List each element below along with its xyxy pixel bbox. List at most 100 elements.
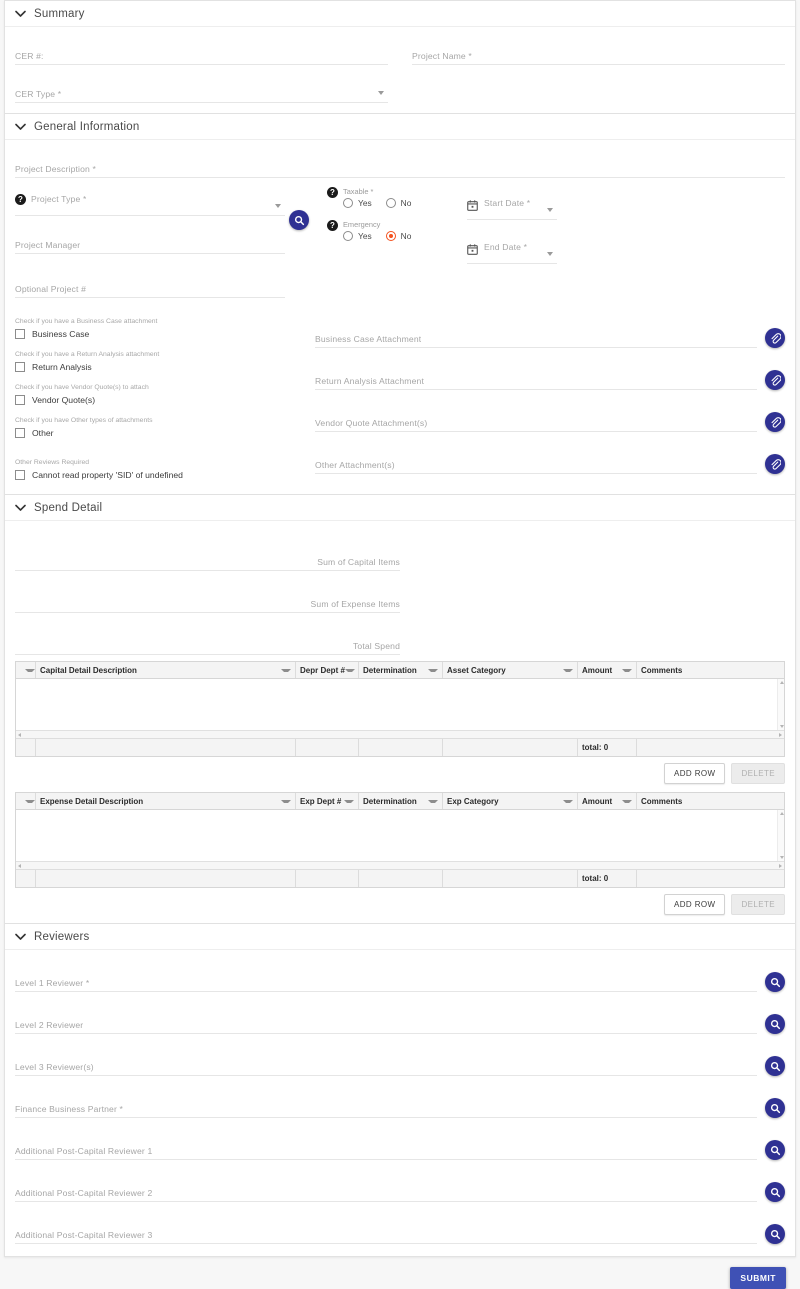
other-checkbox[interactable]: Other bbox=[15, 428, 305, 438]
business-case-checkbox[interactable]: Business Case bbox=[15, 329, 305, 339]
additional-post-capital-reviewer-1-field[interactable]: Additional Post-Capital Reviewer 1 bbox=[15, 1130, 757, 1160]
chevron-down-icon[interactable] bbox=[563, 668, 573, 672]
taxable-no-label: No bbox=[400, 198, 412, 208]
expense-column-amount[interactable]: Amount bbox=[578, 793, 637, 809]
capital-footer-grip bbox=[16, 739, 36, 756]
attachment-icon[interactable] bbox=[765, 454, 785, 474]
capital-column-grip[interactable] bbox=[16, 662, 36, 678]
help-icon[interactable]: ? bbox=[15, 193, 26, 205]
expense-column-description[interactable]: Expense Detail Description bbox=[36, 793, 296, 809]
project-type-field[interactable]: ? Project Type * bbox=[15, 186, 285, 216]
attachment-icon[interactable] bbox=[765, 370, 785, 390]
chevron-down-icon[interactable] bbox=[622, 799, 632, 803]
spend-detail-section-header[interactable]: Spend Detail bbox=[5, 495, 795, 521]
additional-post-capital-reviewer-3-field[interactable]: Additional Post-Capital Reviewer 3 bbox=[15, 1214, 757, 1244]
expense-delete-button[interactable]: DELETE bbox=[731, 894, 785, 915]
emergency-radio-no[interactable]: No bbox=[385, 231, 411, 241]
chevron-down-icon[interactable] bbox=[15, 504, 26, 512]
help-icon[interactable]: ? bbox=[327, 187, 338, 198]
level-1-reviewer-field[interactable]: Level 1 Reviewer * bbox=[15, 962, 757, 992]
chevron-down-icon[interactable] bbox=[25, 799, 35, 803]
search-icon[interactable] bbox=[765, 1224, 785, 1244]
expense-column-comments[interactable]: Comments bbox=[637, 793, 784, 809]
capital-add-row-button[interactable]: ADD ROW bbox=[664, 763, 726, 784]
chevron-down-icon[interactable] bbox=[563, 799, 573, 803]
taxable-radio-yes[interactable]: Yes bbox=[343, 198, 372, 208]
vendor-quote-attachment-field[interactable]: Vendor Quote Attachment(s) bbox=[315, 402, 757, 432]
attachment-icon[interactable] bbox=[765, 412, 785, 432]
submit-button[interactable]: SUBMIT bbox=[730, 1267, 786, 1289]
cer-number-field[interactable]: CER #: bbox=[15, 35, 388, 65]
chevron-down-icon[interactable] bbox=[622, 668, 632, 672]
level-3-reviewer-field[interactable]: Level 3 Reviewer(s) bbox=[15, 1046, 757, 1076]
help-icon[interactable]: ? bbox=[327, 220, 338, 231]
capital-column-asset-category[interactable]: Asset Category bbox=[443, 662, 578, 678]
project-manager-search-button[interactable] bbox=[289, 210, 309, 230]
sum-of-expense-items-field[interactable]: Sum of Expense Items bbox=[15, 583, 400, 613]
capital-column-comments[interactable]: Comments bbox=[637, 662, 784, 678]
reviewers-section-header[interactable]: Reviewers bbox=[5, 924, 795, 950]
chevron-down-icon[interactable] bbox=[281, 799, 291, 803]
search-icon[interactable] bbox=[765, 1056, 785, 1076]
calendar-icon[interactable] bbox=[467, 242, 478, 255]
cer-type-field[interactable]: CER Type * bbox=[15, 73, 388, 103]
other-attachment-field[interactable]: Other Attachment(s) bbox=[315, 444, 757, 474]
capital-column-description[interactable]: Capital Detail Description bbox=[36, 662, 296, 678]
level-2-reviewer-field[interactable]: Level 2 Reviewer bbox=[15, 1004, 757, 1034]
total-spend-field[interactable]: Total Spend bbox=[15, 625, 400, 655]
chevron-down-icon[interactable] bbox=[281, 668, 291, 672]
chevron-down-icon[interactable] bbox=[275, 204, 281, 208]
capital-table-vertical-scrollbar[interactable] bbox=[777, 679, 784, 730]
sum-of-capital-items-field[interactable]: Sum of Capital Items bbox=[15, 541, 400, 571]
expense-column-exp-category[interactable]: Exp Category bbox=[443, 793, 578, 809]
project-name-field[interactable]: Project Name * bbox=[412, 35, 785, 65]
general-information-section-header[interactable]: General Information bbox=[5, 114, 795, 140]
chevron-down-icon[interactable] bbox=[547, 252, 553, 256]
expense-table-vertical-scrollbar[interactable] bbox=[777, 810, 784, 861]
attachment-icon[interactable] bbox=[765, 328, 785, 348]
expense-column-exp-dept[interactable]: Exp Dept # bbox=[296, 793, 359, 809]
vendor-quotes-checkbox[interactable]: Vendor Quote(s) bbox=[15, 395, 305, 405]
business-case-attachment-field[interactable]: Business Case Attachment bbox=[315, 318, 757, 348]
chevron-down-icon[interactable] bbox=[25, 668, 35, 672]
search-icon[interactable] bbox=[765, 1098, 785, 1118]
chevron-down-icon[interactable] bbox=[344, 668, 355, 672]
return-analysis-attachment-field[interactable]: Return Analysis Attachment bbox=[315, 360, 757, 390]
emergency-radio-yes[interactable]: Yes bbox=[343, 231, 372, 241]
expense-add-row-button[interactable]: ADD ROW bbox=[664, 894, 726, 915]
capital-column-depr-dept[interactable]: Depr Dept # bbox=[296, 662, 359, 678]
chevron-down-icon[interactable] bbox=[428, 799, 438, 803]
search-icon[interactable] bbox=[765, 972, 785, 992]
chevron-down-icon[interactable] bbox=[15, 123, 26, 131]
optional-project-number-field[interactable]: Optional Project # bbox=[15, 268, 285, 298]
chevron-down-icon[interactable] bbox=[428, 668, 438, 672]
other-reviews-checkbox[interactable]: Cannot read property 'SID' of undefined bbox=[15, 470, 305, 480]
calendar-icon[interactable] bbox=[467, 198, 478, 211]
project-manager-field[interactable]: Project Manager bbox=[15, 224, 285, 254]
chevron-down-icon[interactable] bbox=[15, 933, 26, 941]
start-date-field[interactable]: Start Date * bbox=[467, 190, 557, 220]
capital-table-horizontal-scrollbar[interactable] bbox=[16, 731, 784, 739]
additional-post-capital-reviewer-2-field[interactable]: Additional Post-Capital Reviewer 2 bbox=[15, 1172, 757, 1202]
search-icon[interactable] bbox=[765, 1140, 785, 1160]
summary-section-header[interactable]: Summary bbox=[5, 1, 795, 27]
capital-delete-button[interactable]: DELETE bbox=[731, 763, 785, 784]
chevron-down-icon[interactable] bbox=[15, 10, 26, 18]
chevron-down-icon[interactable] bbox=[547, 208, 553, 212]
expense-table-horizontal-scrollbar[interactable] bbox=[16, 862, 784, 870]
expense-column-determination[interactable]: Determination bbox=[359, 793, 443, 809]
finance-business-partner-field[interactable]: Finance Business Partner * bbox=[15, 1088, 757, 1118]
search-icon[interactable] bbox=[765, 1014, 785, 1034]
chevron-down-icon[interactable] bbox=[378, 91, 384, 95]
capital-column-determination[interactable]: Determination bbox=[359, 662, 443, 678]
expense-column-grip[interactable] bbox=[16, 793, 36, 809]
taxable-radio-no[interactable]: No bbox=[385, 198, 412, 208]
return-analysis-checkbox[interactable]: Return Analysis bbox=[15, 362, 305, 372]
vendor-quotes-hint: Check if you have Vendor Quote(s) to att… bbox=[15, 384, 149, 391]
end-date-field[interactable]: End Date * bbox=[467, 234, 557, 264]
search-icon[interactable] bbox=[765, 1182, 785, 1202]
project-description-field[interactable]: Project Description * bbox=[15, 148, 785, 178]
capital-column-amount[interactable]: Amount bbox=[578, 662, 637, 678]
column-label: Amount bbox=[582, 796, 613, 806]
chevron-down-icon[interactable] bbox=[344, 799, 354, 803]
